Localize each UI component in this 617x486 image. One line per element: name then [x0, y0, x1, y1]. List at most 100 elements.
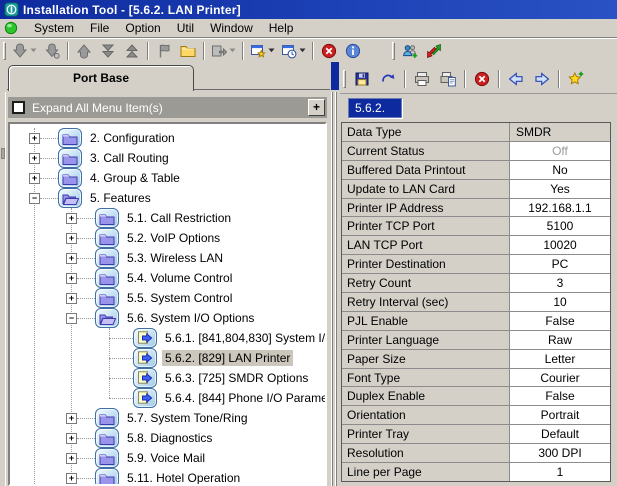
table-row[interactable]: Resolution300 DPI — [342, 444, 610, 463]
window-clock-button[interactable] — [278, 40, 309, 62]
table-row[interactable]: Current StatusOff — [342, 142, 610, 161]
forward-button[interactable] — [529, 67, 555, 91]
property-value[interactable]: Letter — [510, 350, 610, 368]
tree-item[interactable]: +5.4. Volume Control — [10, 268, 325, 288]
print-button[interactable] — [409, 67, 435, 91]
tree-item[interactable]: +2. Configuration — [10, 128, 325, 148]
property-value[interactable]: False — [510, 387, 610, 405]
expand-all-checkbox[interactable] — [12, 101, 25, 114]
property-value[interactable]: False — [510, 312, 610, 330]
tree-item[interactable]: +5.8. Diagnostics — [10, 428, 325, 448]
expand-icon[interactable]: + — [66, 473, 77, 484]
tree-item[interactable]: +5.3. Wireless LAN — [10, 248, 325, 268]
tree-item[interactable]: 5.6.2. [829] LAN Printer — [10, 348, 325, 368]
abort-button[interactable] — [469, 67, 495, 91]
table-row[interactable]: Data TypeSMDR — [342, 123, 610, 142]
property-value[interactable]: 1 — [510, 463, 610, 481]
expand-icon[interactable]: + — [29, 133, 40, 144]
menu-system[interactable]: System — [26, 20, 82, 36]
folder-button[interactable] — [176, 40, 200, 62]
expand-icon[interactable]: + — [66, 413, 77, 424]
menu-util[interactable]: Util — [169, 20, 202, 36]
property-value[interactable]: 10020 — [510, 236, 610, 254]
property-value[interactable]: Yes — [510, 180, 610, 198]
property-value[interactable]: Raw — [510, 331, 610, 349]
expand-icon[interactable]: + — [66, 273, 77, 284]
panel-splitter[interactable] — [330, 62, 340, 486]
tree-item[interactable]: +5.9. Voice Mail — [10, 448, 325, 468]
table-row[interactable]: LAN TCP Port10020 — [342, 236, 610, 255]
menu-file[interactable]: File — [82, 20, 117, 36]
table-row[interactable]: Printer DestinationPC — [342, 255, 610, 274]
tree-item[interactable]: 5.6.3. [725] SMDR Options — [10, 368, 325, 388]
tab-port-base[interactable]: Port Base — [8, 65, 194, 91]
table-row[interactable]: OrientationPortrait — [342, 406, 610, 425]
tree-item[interactable]: +5.1. Call Restriction — [10, 208, 325, 228]
table-row[interactable]: PJL EnableFalse — [342, 312, 610, 331]
property-value[interactable]: PC — [510, 255, 610, 273]
table-row[interactable]: Printer LanguageRaw — [342, 331, 610, 350]
tree-item[interactable]: +5.2. VoIP Options — [10, 228, 325, 248]
menu-help[interactable]: Help — [261, 20, 302, 36]
table-row[interactable]: Duplex EnableFalse — [342, 387, 610, 406]
property-value[interactable]: 192.168.1.1 — [510, 199, 610, 217]
sync-arrows-button[interactable] — [422, 40, 446, 62]
toolbar-grip[interactable] — [3, 42, 6, 60]
tree-item[interactable]: +5.11. Hotel Operation — [10, 468, 325, 486]
menu-option[interactable]: Option — [117, 20, 168, 36]
save-button[interactable] — [349, 67, 375, 91]
property-value[interactable]: Default — [510, 425, 610, 443]
print-doc-button[interactable] — [435, 67, 461, 91]
property-value[interactable]: Off — [510, 142, 610, 160]
form-toolbar-grip[interactable] — [343, 70, 346, 88]
property-value[interactable]: 300 DPI — [510, 444, 610, 462]
table-row[interactable]: Printer TCP Port5100 — [342, 217, 610, 236]
table-row[interactable]: Buffered Data PrintoutNo — [342, 161, 610, 180]
redo-button[interactable] — [375, 67, 401, 91]
expand-icon[interactable]: + — [66, 233, 77, 244]
table-row[interactable]: Retry Interval (sec)10 — [342, 293, 610, 312]
table-row[interactable]: Line per Page1 — [342, 463, 610, 481]
expand-icon[interactable]: + — [66, 253, 77, 264]
property-value[interactable]: No — [510, 161, 610, 179]
table-row[interactable]: Paper SizeLetter — [342, 350, 610, 369]
property-value[interactable]: 3 — [510, 274, 610, 292]
expand-icon[interactable]: + — [29, 153, 40, 164]
collapse-icon[interactable]: − — [66, 313, 77, 324]
expand-icon[interactable]: + — [66, 453, 77, 464]
tree-item[interactable]: −5.6. System I/O Options — [10, 308, 325, 328]
property-value[interactable]: 5100 — [510, 217, 610, 235]
collapse-icon[interactable]: − — [29, 193, 40, 204]
toolbar-grip-2[interactable] — [392, 42, 395, 60]
expand-icon[interactable]: + — [66, 433, 77, 444]
tree-item[interactable]: 5.6.4. [844] Phone I/O Parameter — [10, 388, 325, 408]
tree-item[interactable]: +5.7. System Tone/Ring — [10, 408, 325, 428]
property-value[interactable]: Portrait — [510, 406, 610, 424]
property-value[interactable]: SMDR — [510, 123, 610, 141]
tree-item[interactable]: +4. Group & Table — [10, 168, 325, 188]
star-plus-button[interactable] — [563, 67, 589, 91]
expand-icon[interactable]: + — [66, 293, 77, 304]
info-button[interactable] — [341, 40, 365, 62]
dock-grip[interactable] — [1, 148, 5, 159]
property-value[interactable]: 10 — [510, 293, 610, 311]
back-button[interactable] — [503, 67, 529, 91]
expand-icon[interactable]: + — [66, 213, 77, 224]
table-row[interactable]: Retry Count3 — [342, 274, 610, 293]
table-row[interactable]: Update to LAN CardYes — [342, 180, 610, 199]
tree-item[interactable]: +3. Call Routing — [10, 148, 325, 168]
menu-code-field[interactable]: 5.6.2. — [348, 98, 402, 118]
expand-icon[interactable]: + — [29, 173, 40, 184]
abort-button[interactable] — [317, 40, 341, 62]
table-row[interactable]: Printer TrayDefault — [342, 425, 610, 444]
tree-item[interactable]: +5.5. System Control — [10, 288, 325, 308]
add-user-button[interactable] — [398, 40, 422, 62]
table-row[interactable]: Printer IP Address192.168.1.1 — [342, 199, 610, 218]
tree-item[interactable]: 5.6.1. [841,804,830] System I/O P — [10, 328, 325, 348]
expand-all-plus-button[interactable]: + — [308, 99, 325, 116]
menu-window[interactable]: Window — [202, 20, 261, 36]
window-star-button[interactable] — [247, 40, 278, 62]
property-value[interactable]: Courier — [510, 369, 610, 387]
tree-item[interactable]: −5. Features — [10, 188, 325, 208]
table-row[interactable]: Font TypeCourier — [342, 369, 610, 388]
